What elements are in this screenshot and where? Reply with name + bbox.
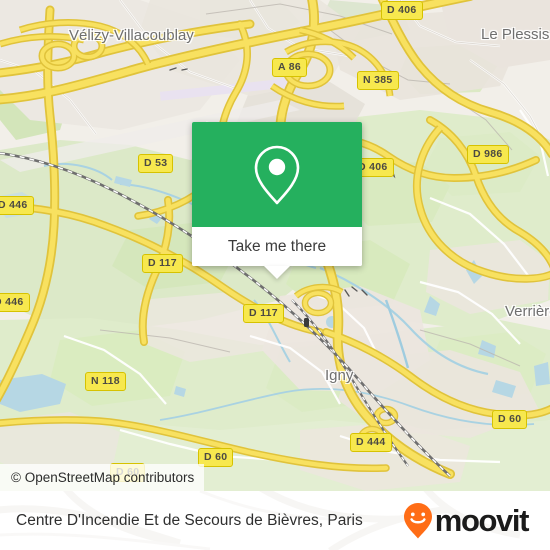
place-label: Le Plessis- bbox=[481, 26, 550, 43]
map-canvas[interactable]: D 406 A 86 N 385 D 53 D 986 D 406 D 446 D 117 D … bbox=[0, 0, 550, 491]
road-shield: D 986 bbox=[467, 145, 509, 164]
moovit-smile-pin-icon bbox=[403, 502, 432, 538]
location-callout-card[interactable]: Take me there bbox=[192, 122, 362, 279]
moovit-logo[interactable]: moovit bbox=[403, 502, 530, 540]
road-shield: D 406 bbox=[381, 1, 423, 20]
road-shield: N 118 bbox=[85, 372, 126, 391]
location-title: Centre D'Incendie Et de Secours de Bièvr… bbox=[16, 511, 363, 529]
map-screenshot: D 406 A 86 N 385 D 53 D 986 D 406 D 446 D 117 D … bbox=[0, 0, 550, 550]
callout-pointer bbox=[264, 266, 290, 279]
take-me-there-label: Take me there bbox=[227, 237, 327, 255]
map-pin-icon bbox=[254, 145, 300, 204]
road-shield: D 444 bbox=[350, 433, 392, 452]
road-shield: D 53 bbox=[138, 154, 174, 173]
osm-attribution[interactable]: © OpenStreetMap contributors bbox=[0, 464, 205, 491]
road-shield: A 86 bbox=[272, 58, 307, 77]
callout-action-panel[interactable]: Take me there bbox=[192, 227, 362, 266]
road-shield: D 117 bbox=[243, 304, 284, 323]
footer-bar: Centre D'Incendie Et de Secours de Bièvr… bbox=[0, 491, 550, 550]
road-shield: N 385 bbox=[357, 71, 399, 90]
place-label: Verrières bbox=[505, 303, 550, 320]
road-shield: D 60 bbox=[492, 410, 528, 429]
road-shield: D 446 bbox=[0, 196, 34, 215]
place-label: Igny bbox=[325, 367, 354, 384]
place-label: Vélizy-Villacoublay bbox=[69, 27, 194, 44]
road-shield: D 446 bbox=[0, 293, 30, 312]
moovit-wordmark: moovit bbox=[434, 503, 530, 538]
callout-icon-panel bbox=[192, 122, 362, 227]
road-shield: D 117 bbox=[142, 254, 183, 273]
osm-attribution-text: © OpenStreetMap contributors bbox=[11, 470, 195, 485]
